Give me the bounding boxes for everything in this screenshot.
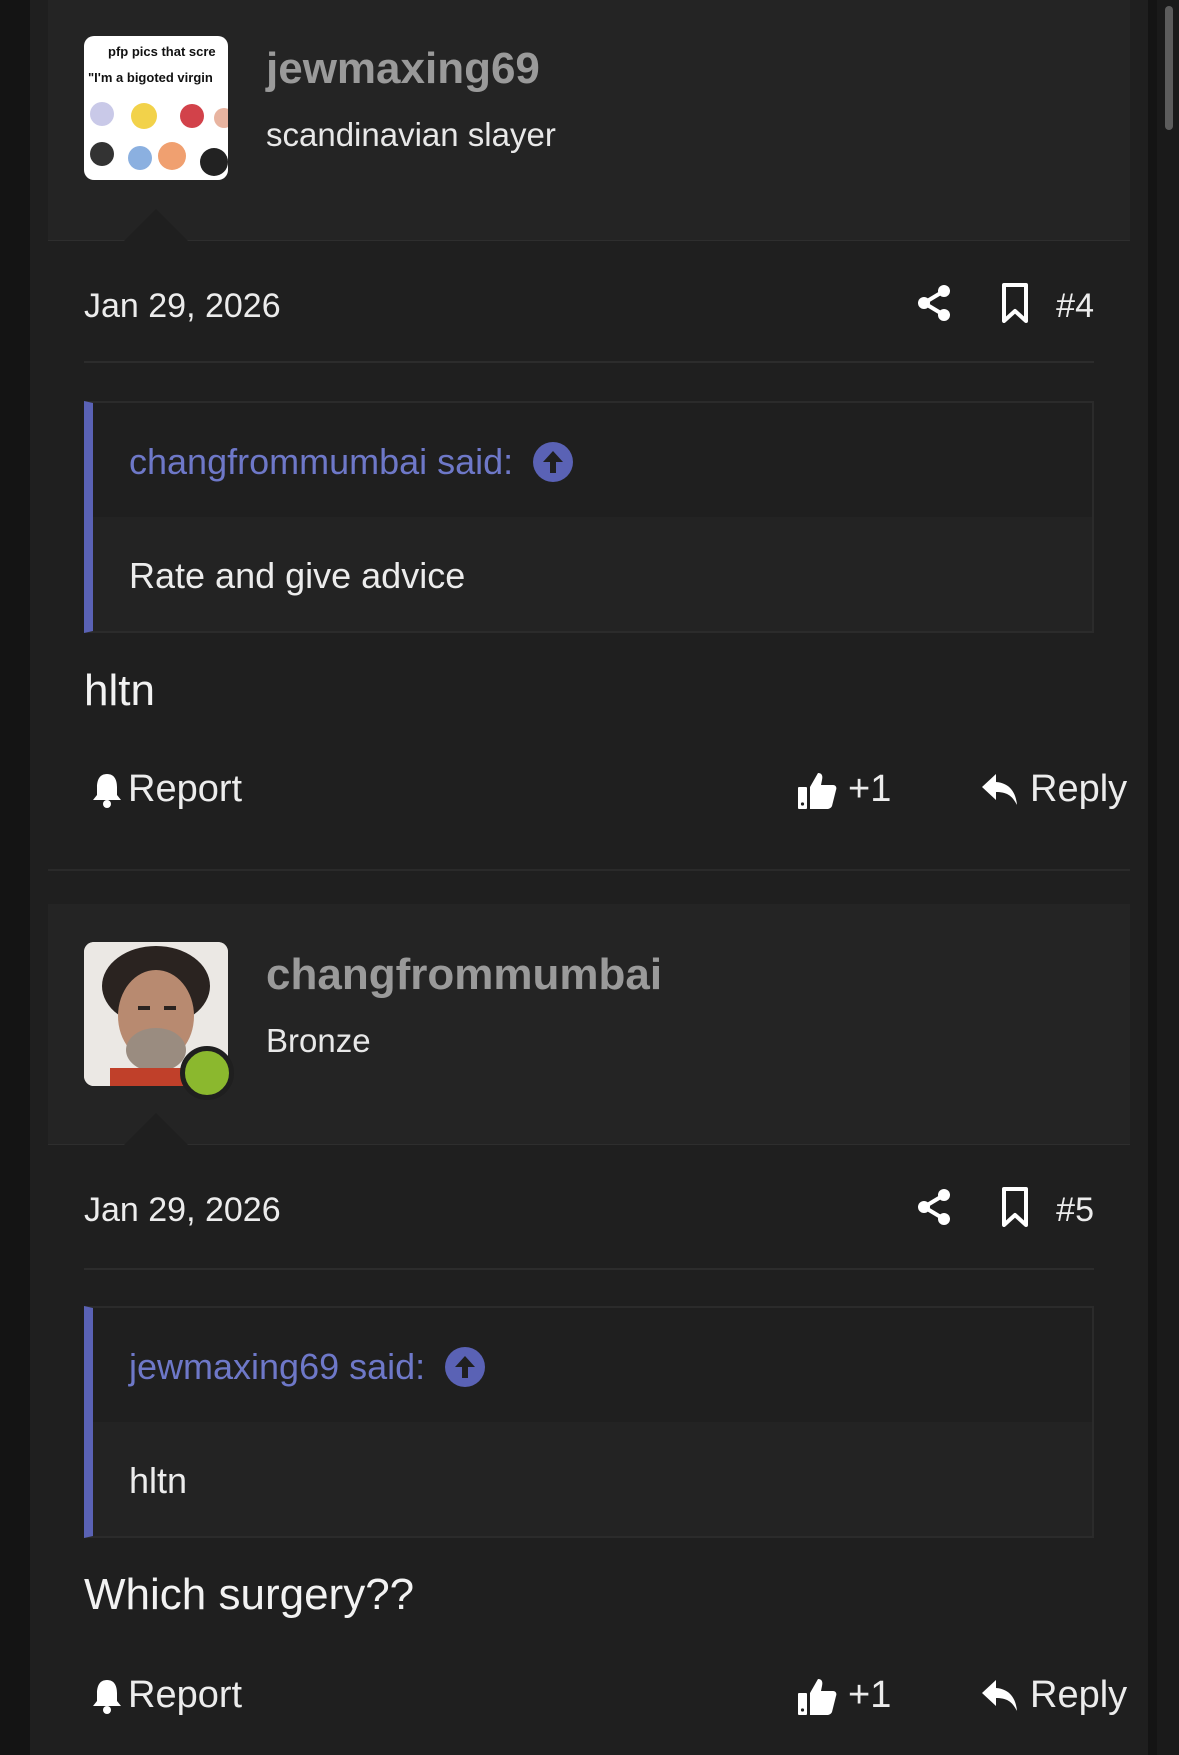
post-separator bbox=[48, 869, 1130, 871]
bookmark-icon[interactable] bbox=[996, 283, 1036, 323]
reaction-count: +1 bbox=[848, 1674, 892, 1716]
quote-header: changfrommumbai said: bbox=[93, 403, 1092, 517]
bookmark-icon[interactable] bbox=[996, 1187, 1036, 1227]
post-number[interactable]: #5 bbox=[1056, 1191, 1094, 1230]
post-actions: Report +1 Reply bbox=[84, 1674, 1127, 1734]
thumbs-up-icon bbox=[796, 769, 838, 811]
post-actions: Report +1 Reply bbox=[84, 768, 1127, 828]
arrow-up-circle-icon[interactable] bbox=[445, 1347, 486, 1387]
thread-page: pfp pics that scre "I'm a bigoted virgin… bbox=[30, 0, 1148, 1755]
post-date[interactable]: Jan 29, 2026 bbox=[84, 287, 281, 326]
quote-author-link[interactable]: jewmaxing69 said: bbox=[129, 1346, 486, 1388]
report-label: Report bbox=[128, 1674, 243, 1716]
quote-header: jewmaxing69 said: bbox=[93, 1308, 1092, 1422]
reply-arrow-icon bbox=[980, 1678, 1020, 1714]
post-meta: Jan 29, 2026 #5 bbox=[84, 1179, 1094, 1239]
reply-arrow-icon bbox=[980, 772, 1020, 808]
thumbs-up-icon bbox=[796, 1675, 838, 1717]
report-label: Report bbox=[128, 768, 243, 810]
report-button[interactable]: Report bbox=[90, 1674, 242, 1717]
report-button[interactable]: Report bbox=[90, 768, 242, 811]
reaction-count: +1 bbox=[848, 768, 892, 810]
post-4: pfp pics that scre "I'm a bigoted virgin… bbox=[48, 0, 1130, 870]
avatar-caption-1: pfp pics that scre bbox=[108, 44, 216, 59]
reply-button[interactable]: Reply bbox=[980, 768, 1127, 811]
post-user-header: changfrommumbai Bronze bbox=[48, 904, 1130, 1145]
post-number[interactable]: #4 bbox=[1056, 287, 1094, 326]
post-meta: Jan 29, 2026 #4 bbox=[84, 275, 1094, 335]
bell-icon bbox=[90, 771, 124, 809]
meta-divider bbox=[84, 361, 1094, 363]
share-icon[interactable] bbox=[914, 1187, 954, 1227]
post-5: changfrommumbai Bronze Jan 29, 2026 #5 j… bbox=[48, 904, 1130, 1755]
bell-icon bbox=[90, 1677, 124, 1715]
username[interactable]: jewmaxing69 bbox=[266, 44, 540, 94]
scrollbar[interactable] bbox=[1157, 0, 1179, 1755]
post-date[interactable]: Jan 29, 2026 bbox=[84, 1191, 281, 1230]
scrollbar-thumb[interactable] bbox=[1165, 6, 1173, 130]
post-body: hltn bbox=[84, 666, 155, 715]
reply-label: Reply bbox=[1030, 768, 1128, 810]
username[interactable]: changfrommumbai bbox=[266, 950, 662, 1000]
avatar[interactable]: pfp pics that scre "I'm a bigoted virgin bbox=[84, 36, 228, 180]
user-title: scandinavian slayer bbox=[266, 116, 556, 153]
post-body: Which surgery?? bbox=[84, 1570, 415, 1619]
quote-text: hltn bbox=[129, 1460, 188, 1501]
reply-label: Reply bbox=[1030, 1674, 1128, 1716]
avatar-caption-2: "I'm a bigoted virgin bbox=[88, 70, 213, 85]
quote-block: changfrommumbai said: Rate and give advi… bbox=[84, 401, 1094, 633]
like-button[interactable]: +1 bbox=[796, 768, 891, 811]
quote-author: jewmaxing69 said: bbox=[129, 1346, 426, 1387]
quote-text: Rate and give advice bbox=[129, 555, 466, 596]
quote-block: jewmaxing69 said: hltn bbox=[84, 1306, 1094, 1538]
reply-button[interactable]: Reply bbox=[980, 1674, 1127, 1717]
online-status-dot bbox=[180, 1046, 234, 1100]
quote-author: changfrommumbai said: bbox=[129, 441, 514, 482]
post-user-header: pfp pics that scre "I'm a bigoted virgin… bbox=[48, 0, 1130, 241]
share-icon[interactable] bbox=[914, 283, 954, 323]
quote-author-link[interactable]: changfrommumbai said: bbox=[129, 441, 574, 483]
user-title: Bronze bbox=[266, 1022, 371, 1059]
meta-divider bbox=[84, 1268, 1094, 1270]
like-button[interactable]: +1 bbox=[796, 1674, 891, 1717]
arrow-up-circle-icon[interactable] bbox=[533, 442, 574, 482]
